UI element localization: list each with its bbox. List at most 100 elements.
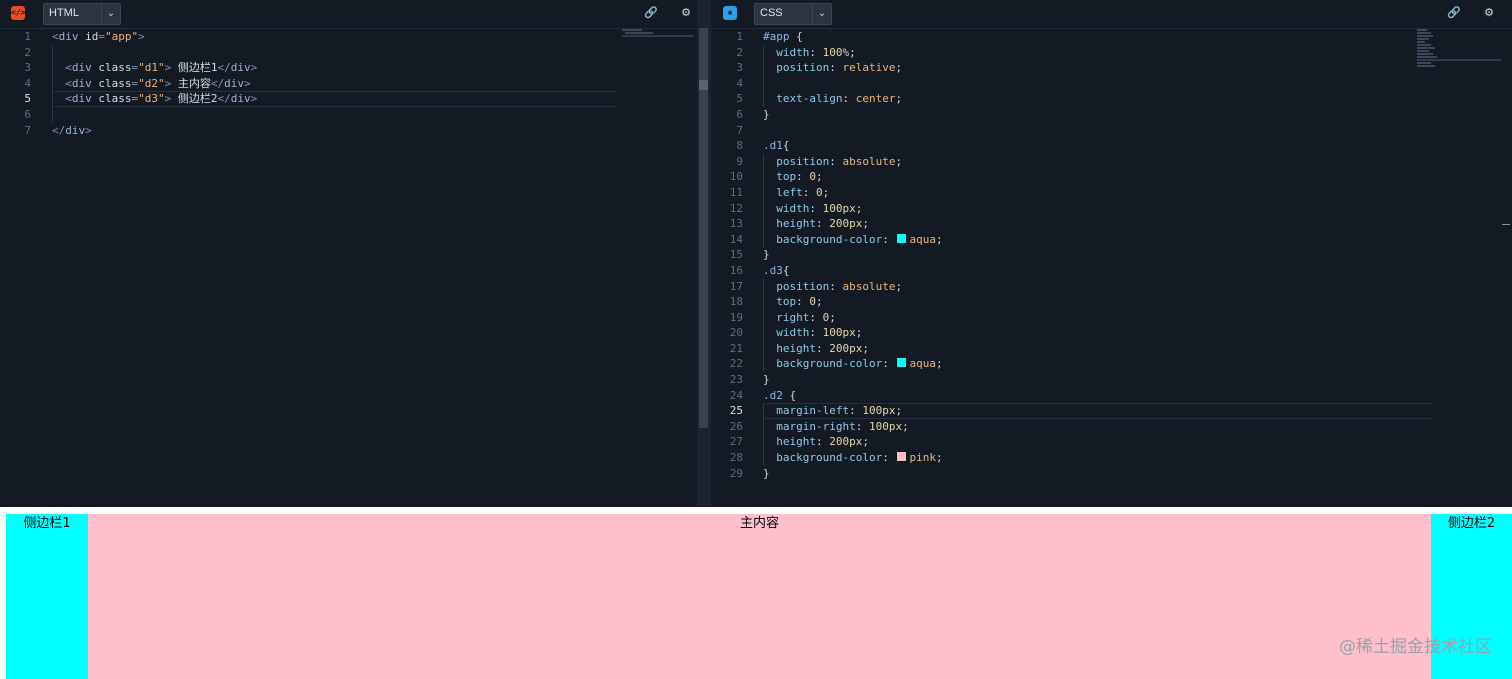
code-line[interactable]: 5 <div class="d3"> 侧边栏2</div>	[0, 91, 697, 107]
scroll-position-marker	[1502, 224, 1510, 225]
code-token: }	[763, 107, 770, 121]
html-language-select[interactable]: HTML ⌄	[43, 3, 121, 25]
code-token: ;	[895, 92, 903, 106]
link-icon[interactable]: 🔗	[1446, 5, 1462, 21]
code-line[interactable]: 5 text-align: center;	[711, 91, 1512, 107]
code-line[interactable]: 15}	[711, 247, 1512, 263]
code-line[interactable]: 19 right: 0;	[711, 310, 1512, 326]
code-token: ;	[895, 61, 903, 75]
line-number: 4	[24, 76, 31, 90]
scrollbar-thumb[interactable]	[699, 80, 708, 90]
line-number: 22	[729, 357, 743, 371]
line-number: 19	[729, 310, 743, 324]
code-token: ;	[862, 341, 869, 355]
line-number: 7	[736, 123, 743, 137]
code-token: div	[224, 76, 244, 90]
css-code-area[interactable]: 1 #app {2 width: 100%; 3 position: relativ…	[711, 29, 1512, 507]
pane-resize-handle[interactable]	[697, 0, 711, 507]
color-swatch[interactable]	[896, 451, 908, 463]
code-line[interactable]: 3 <div class="d1"> 侧边栏1</div>	[0, 60, 697, 76]
code-line[interactable]: 17 position: absolute;	[711, 279, 1512, 295]
code-token: position	[776, 154, 830, 168]
code-line[interactable]: 4 <div class="d2"> 主内容</div>	[0, 76, 697, 92]
code-token: 200px	[829, 435, 863, 449]
code-text: position: relative;	[763, 60, 902, 76]
line-number: 20	[729, 326, 743, 340]
chevron-down-icon[interactable]: ⌄	[101, 4, 120, 24]
code-line[interactable]: 8 .d1{	[711, 138, 1512, 154]
html-code-area[interactable]: 1 <div id="app"> 2 3 <div class="d1"> 侧边栏1<…	[0, 29, 697, 507]
code-line[interactable]: 28 background-color: pink;	[711, 450, 1512, 466]
code-text: <div class="d1"> 侧边栏1</div>	[52, 60, 257, 76]
code-token: relative	[842, 61, 896, 75]
code-token: =	[131, 92, 139, 106]
code-text: top: 0;	[763, 169, 822, 185]
code-line[interactable]: 22 background-color: aqua;	[711, 356, 1512, 372]
code-line[interactable]: 24 .d2 {	[711, 388, 1512, 404]
code-token: div	[230, 61, 251, 75]
sidebar1-box: 侧边栏1	[6, 514, 88, 679]
code-line[interactable]: 6	[0, 107, 697, 123]
code-line[interactable]: 1 #app {	[711, 29, 1512, 45]
chevron-down-icon[interactable]: ⌄	[812, 4, 831, 24]
code-token: height	[776, 435, 816, 449]
css-language-select[interactable]: CSS ⌄	[754, 3, 832, 25]
code-line[interactable]: 9 position: absolute;	[711, 154, 1512, 170]
code-line[interactable]: 26 margin-right: 100px;	[711, 419, 1512, 435]
link-icon[interactable]: 🔗	[643, 5, 659, 21]
code-token: absolute	[842, 279, 896, 293]
line-number: 16	[729, 263, 743, 277]
code-token: :	[816, 341, 830, 355]
code-line[interactable]: 13 height: 200px;	[711, 216, 1512, 232]
css-minimap[interactable]	[1417, 29, 1501, 89]
code-line[interactable]: 3 position: relative;	[711, 60, 1512, 76]
code-line[interactable]: 25 margin-left: 100px;	[711, 403, 1512, 419]
code-line[interactable]: 14 background-color: aqua;	[711, 232, 1512, 248]
gear-icon[interactable]: ⚙	[1481, 5, 1497, 21]
color-swatch[interactable]	[896, 232, 908, 244]
code-line[interactable]: 2	[0, 45, 697, 61]
code-line[interactable]: 12 width: 100px;	[711, 201, 1512, 217]
code-token: aqua	[909, 357, 936, 371]
code-line[interactable]: 1 <div id="app">	[0, 29, 697, 45]
code-token: ;	[935, 451, 943, 465]
line-number: 18	[729, 295, 743, 309]
code-line[interactable]: 21 height: 200px;	[711, 341, 1512, 357]
code-token: ;	[935, 232, 943, 246]
code-line[interactable]: 7 </div>	[0, 123, 697, 139]
code-token: "d1"	[138, 61, 165, 75]
code-line[interactable]: 27 height: 200px;	[711, 434, 1512, 450]
code-text: width: 100%;	[763, 45, 856, 61]
code-line[interactable]: 18 top: 0;	[711, 294, 1512, 310]
code-token: .d1	[763, 139, 783, 153]
code-text: }	[763, 107, 770, 123]
code-token: :	[796, 295, 810, 309]
code-line[interactable]: 6}	[711, 107, 1512, 123]
code-line[interactable]: 20 width: 100px;	[711, 325, 1512, 341]
code-line[interactable]: 10 top: 0;	[711, 169, 1512, 185]
code-line[interactable]: 4	[711, 76, 1512, 92]
code-line[interactable]: 11 left: 0;	[711, 185, 1512, 201]
color-swatch[interactable]	[896, 357, 908, 369]
code-token: 0	[809, 295, 816, 309]
code-token: 200px	[829, 217, 863, 231]
html-minimap[interactable]	[622, 29, 694, 89]
code-token: height	[776, 341, 816, 355]
gear-icon[interactable]: ⚙	[678, 5, 694, 21]
code-line[interactable]: 2 width: 100%;	[711, 45, 1512, 61]
code-line[interactable]: 7	[711, 123, 1512, 139]
code-token: ;	[895, 404, 903, 418]
code-line[interactable]: 16 .d3{	[711, 263, 1512, 279]
css-editor-pane: ✱ CSS ⌄ 🔗 ⚙ 1 #app {2 width: 100%; 3 posit…	[711, 0, 1512, 507]
preview-top-border	[0, 507, 1512, 514]
code-token: div	[71, 76, 92, 90]
code-line[interactable]: 29}	[711, 466, 1512, 482]
code-line[interactable]: 23}	[711, 372, 1512, 388]
line-number: 11	[729, 185, 743, 199]
line-number: 5	[24, 92, 31, 106]
code-token: >	[85, 123, 92, 137]
